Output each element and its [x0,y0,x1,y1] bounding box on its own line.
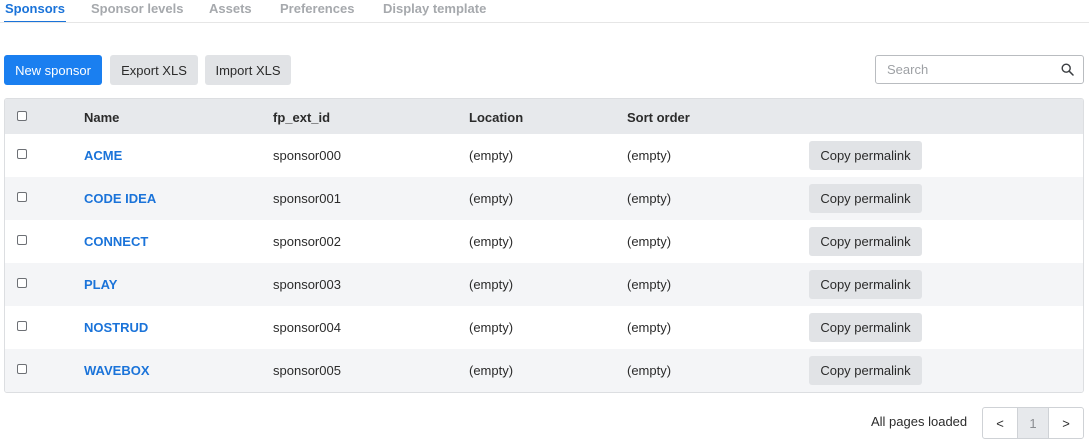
column-header-fp-ext-id[interactable]: fp_ext_id [273,110,330,125]
pagination: < 1 > [982,407,1084,439]
next-page-button[interactable]: > [1049,408,1083,438]
row-checkbox[interactable] [17,149,27,159]
tab-sponsors[interactable]: Sponsors [4,1,66,23]
copy-permalink-button[interactable]: Copy permalink [809,313,922,342]
ext-id-cell: sponsor000 [273,148,341,163]
sponsor-name-link[interactable]: WAVEBOX [84,363,150,378]
new-sponsor-button[interactable]: New sponsor [4,55,102,85]
tab-bar: Sponsors Sponsor levels Assets Preferenc… [0,0,1089,23]
tab-display-template[interactable]: Display template [383,1,486,16]
prev-page-button[interactable]: < [983,408,1017,438]
column-header-name[interactable]: Name [84,110,119,125]
ext-id-cell: sponsor001 [273,191,341,206]
location-cell: (empty) [469,234,514,249]
copy-permalink-button[interactable]: Copy permalink [809,141,922,170]
table-row: CODE IDEA sponsor001 (empty) (empty) Cop… [5,177,1083,220]
ext-id-cell: sponsor005 [273,363,341,378]
sort-order-cell: (empty) [627,148,672,163]
column-header-sort-order[interactable]: Sort order [627,110,690,125]
sort-order-cell: (empty) [627,363,672,378]
table-row: PLAY sponsor003 (empty) (empty) Copy per… [5,263,1083,306]
row-checkbox[interactable] [17,235,27,245]
sort-order-cell: (empty) [627,320,672,335]
location-cell: (empty) [469,191,514,206]
column-header-location[interactable]: Location [469,110,523,125]
ext-id-cell: sponsor004 [273,320,341,335]
copy-permalink-button[interactable]: Copy permalink [809,184,922,213]
pages-loaded-status: All pages loaded [871,414,968,429]
tab-divider [0,22,1089,23]
ext-id-cell: sponsor002 [273,234,341,249]
table-row: CONNECT sponsor002 (empty) (empty) Copy … [5,220,1083,263]
row-checkbox[interactable] [17,278,27,288]
page-number-button[interactable]: 1 [1017,408,1049,438]
table-row: ACME sponsor000 (empty) (empty) Copy per… [5,134,1083,177]
import-xls-button[interactable]: Import XLS [205,55,291,85]
sort-order-cell: (empty) [627,191,672,206]
ext-id-cell: sponsor003 [273,277,341,292]
export-xls-button[interactable]: Export XLS [110,55,198,85]
sponsor-name-link[interactable]: PLAY [84,277,117,292]
row-checkbox[interactable] [17,192,27,202]
sponsor-name-link[interactable]: CODE IDEA [84,191,156,206]
sponsor-name-link[interactable]: ACME [84,148,122,163]
location-cell: (empty) [469,363,514,378]
table-header: Name fp_ext_id Location Sort order [5,99,1083,134]
sort-order-cell: (empty) [627,234,672,249]
table-row: NOSTRUD sponsor004 (empty) (empty) Copy … [5,306,1083,349]
location-cell: (empty) [469,320,514,335]
tab-sponsor-levels[interactable]: Sponsor levels [91,1,183,16]
copy-permalink-button[interactable]: Copy permalink [809,270,922,299]
sponsor-name-link[interactable]: NOSTRUD [84,320,148,335]
location-cell: (empty) [469,148,514,163]
tab-assets[interactable]: Assets [209,1,252,16]
search-input[interactable] [876,56,1056,83]
table-row: WAVEBOX sponsor005 (empty) (empty) Copy … [5,349,1083,392]
location-cell: (empty) [469,277,514,292]
sort-order-cell: (empty) [627,277,672,292]
row-checkbox[interactable] [17,364,27,374]
row-checkbox[interactable] [17,321,27,331]
sponsor-name-link[interactable]: CONNECT [84,234,148,249]
search-box [875,55,1084,84]
sponsors-table: Name fp_ext_id Location Sort order ACME … [4,98,1084,393]
search-icon[interactable] [1061,63,1074,76]
tab-preferences[interactable]: Preferences [280,1,354,16]
select-all-checkbox[interactable] [17,111,27,121]
copy-permalink-button[interactable]: Copy permalink [809,356,922,385]
copy-permalink-button[interactable]: Copy permalink [809,227,922,256]
